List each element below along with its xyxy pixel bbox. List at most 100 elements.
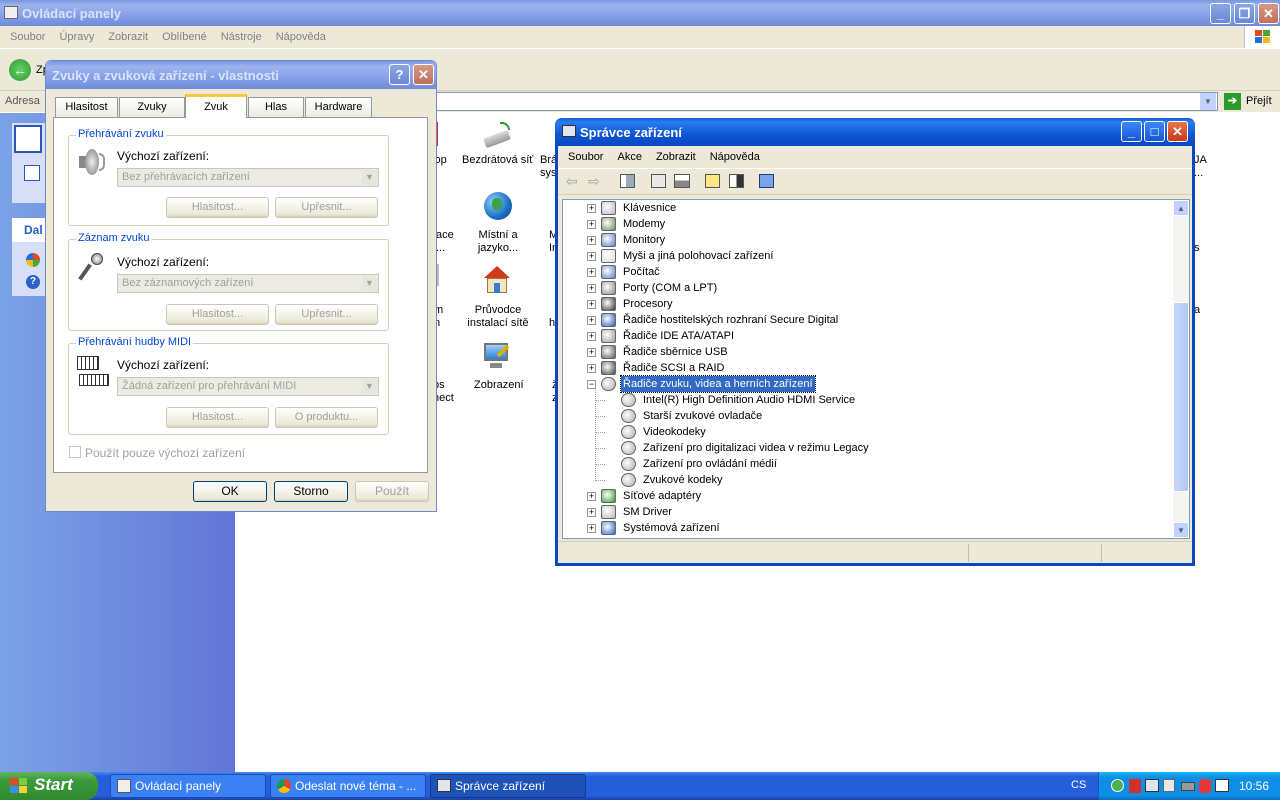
print-icon[interactable] — [674, 174, 690, 188]
control-panel-titlebar[interactable]: Ovládací panely _ ❐ ✕ — [0, 0, 1280, 26]
scroll-down-button[interactable]: ▼ — [1173, 522, 1189, 538]
expand-icon[interactable]: + — [587, 252, 596, 261]
go-arrow-icon[interactable]: ➔ — [1224, 93, 1241, 110]
safely-remove-icon[interactable] — [1181, 782, 1195, 791]
device-tree-label[interactable]: Systémová zařízení — [621, 520, 722, 536]
dm-menu-akce[interactable]: Akce — [610, 146, 648, 168]
switch-view-small-icon[interactable] — [24, 165, 40, 181]
device-tree-label[interactable]: Starší zvukové ovladače — [641, 408, 764, 424]
recording-volume-button[interactable]: Hlasitost... — [166, 304, 269, 325]
go-button[interactable]: Přejít — [1246, 95, 1272, 107]
device-tree-label[interactable]: Řadiče zvuku, videa a herních zařízení — [620, 375, 816, 393]
cp-label-regional[interactable]: Místní a jazyko... — [468, 229, 528, 255]
network-icon[interactable] — [1145, 779, 1159, 792]
help-icon[interactable]: ? — [26, 275, 40, 289]
device-tree-label[interactable]: Intel(R) High Definition Audio HDMI Serv… — [641, 392, 857, 408]
device-tree-category[interactable]: + Procesory — [563, 296, 1163, 312]
device-tree-label[interactable]: Řadiče IDE ATA/ATAPI — [621, 328, 736, 344]
device-tree-child-item[interactable]: Intel(R) High Definition Audio HDMI Serv… — [563, 392, 1163, 408]
tray-app-icon[interactable] — [1199, 779, 1211, 793]
device-tree-label[interactable]: Myši a jiná polohovací zařízení — [621, 248, 775, 264]
wireless-network-icon[interactable] — [482, 122, 512, 149]
restore-button[interactable]: ❐ — [1234, 3, 1255, 24]
expand-icon[interactable]: + — [587, 524, 596, 533]
dm-close-button[interactable]: ✕ — [1167, 121, 1188, 142]
menu-nastroje[interactable]: Nástroje — [214, 26, 269, 48]
device-tree-child-item[interactable]: Zařízení pro ovládání médií — [563, 456, 1163, 472]
default-only-checkbox[interactable] — [69, 446, 81, 458]
device-tree-category[interactable]: + Řadiče IDE ATA/ATAPI — [563, 328, 1163, 344]
device-tree-child-item[interactable]: Starší zvukové ovladače — [563, 408, 1163, 424]
device-tree-child-item[interactable]: Zvukové kodeky — [563, 472, 1163, 488]
menu-napoveda[interactable]: Nápověda — [269, 26, 333, 48]
menu-soubor[interactable]: Soubor — [3, 26, 52, 48]
midi-about-button[interactable]: O produktu... — [275, 407, 378, 428]
cp-label-partial-bra[interactable]: Brá sys — [540, 154, 557, 180]
show-hide-tree-icon[interactable] — [620, 174, 635, 188]
regional-language-icon[interactable] — [484, 192, 512, 220]
help-book-icon[interactable] — [705, 174, 720, 188]
menu-zobrazit[interactable]: Zobrazit — [101, 26, 155, 48]
apply-button[interactable]: Použít — [355, 481, 429, 502]
tab-hlasitost[interactable]: Hlasitost — [55, 97, 118, 117]
device-tree-category[interactable]: + Řadiče hostitelských rozhraní Secure Di… — [563, 312, 1163, 328]
expand-icon[interactable]: + — [587, 236, 596, 245]
device-tree-label[interactable]: Klávesnice — [621, 200, 678, 216]
device-tree-label[interactable]: Řadiče SCSI a RAID — [621, 360, 726, 376]
midi-device-select[interactable]: Žádná zařízení pro přehrávání MIDI ▼ — [117, 377, 379, 396]
back-button[interactable]: ← — [9, 59, 31, 81]
help-button[interactable]: ? — [389, 64, 410, 85]
minimize-button[interactable]: _ — [1210, 3, 1231, 24]
device-tree-category[interactable]: + Řadiče SCSI a RAID — [563, 360, 1163, 376]
dm-menu-soubor[interactable]: Soubor — [561, 146, 610, 168]
expand-icon[interactable]: + — [587, 284, 596, 293]
cp-label-partial-right1[interactable]: JA... — [1194, 154, 1207, 180]
device-tree-label[interactable]: Modemy — [621, 216, 667, 232]
recording-advanced-button[interactable]: Upřesnit... — [275, 304, 378, 325]
expand-icon[interactable]: + — [587, 316, 596, 325]
tab-hlas[interactable]: Hlas — [248, 97, 304, 117]
volume-icon[interactable] — [1163, 779, 1175, 792]
windows-update-icon[interactable] — [26, 253, 40, 267]
sound-dialog-titlebar[interactable]: Zvuky a zvuková zařízení - vlastnosti ? … — [46, 61, 436, 89]
device-tree-category[interactable]: + Porty (COM a LPT) — [563, 280, 1163, 296]
device-tree-category[interactable]: + Řadiče sběrnice USB — [563, 344, 1163, 360]
device-tree-label[interactable]: Zařízení pro digitalizaci videa v režimu… — [641, 440, 871, 456]
mail-icon[interactable] — [1215, 779, 1229, 792]
device-tree-label[interactable]: Řadiče sběrnice USB — [621, 344, 730, 360]
midi-volume-button[interactable]: Hlasitost... — [166, 407, 269, 428]
expand-icon[interactable]: + — [587, 220, 596, 229]
device-tree-label[interactable]: Monitory — [621, 232, 667, 248]
ok-button[interactable]: OK — [193, 481, 267, 502]
language-indicator[interactable]: CS — [1071, 779, 1086, 791]
view-icon[interactable] — [729, 174, 744, 188]
tab-zvuky[interactable]: Zvuky — [119, 97, 185, 117]
address-dropdown-icon[interactable]: ▼ — [1200, 93, 1216, 110]
device-tree-category[interactable]: + Klávesnice — [563, 200, 1163, 216]
device-tree-scrollbar[interactable]: ▲ ▼ — [1173, 199, 1190, 539]
cp-label-network-wizard[interactable]: Průvodce instalací sítě — [463, 304, 533, 330]
dm-maximize-button[interactable]: □ — [1144, 121, 1165, 142]
playback-device-select[interactable]: Bez přehrávacích zařízení ▼ — [117, 168, 379, 187]
device-tree-label[interactable]: Síťové adaptéry — [621, 488, 703, 504]
forward-arrow-icon[interactable]: ⇨ — [588, 173, 600, 190]
task-button-control-panel[interactable]: Ovládací panely — [110, 774, 266, 798]
device-tree-category[interactable]: + Síťové adaptéry — [563, 488, 1163, 504]
device-tree-label[interactable]: Videokodeky — [641, 424, 708, 440]
network-setup-wizard-icon[interactable] — [482, 266, 512, 294]
security-shield-icon[interactable] — [1111, 779, 1124, 792]
switch-view-icon[interactable] — [14, 125, 42, 153]
back-arrow-icon[interactable]: ⇦ — [566, 173, 578, 190]
device-manager-titlebar[interactable]: Správce zařízení _ □ ✕ — [555, 118, 1195, 146]
scan-hardware-icon[interactable] — [759, 174, 774, 188]
task-button-device-manager[interactable]: Správce zařízení — [430, 774, 586, 798]
device-tree-child-item[interactable]: Videokodeky — [563, 424, 1163, 440]
address-input[interactable] — [430, 92, 1218, 111]
device-tree-category[interactable]: − Řadiče zvuku, videa a herních zařízení — [563, 375, 1163, 393]
device-tree-category[interactable]: + Monitory — [563, 232, 1163, 248]
device-tree-label[interactable]: Porty (COM a LPT) — [621, 280, 719, 296]
expand-icon[interactable]: + — [587, 204, 596, 213]
task-button-chrome[interactable]: Odeslat nové téma - ... — [270, 774, 426, 798]
cp-label-display[interactable]: Zobrazení — [474, 379, 524, 392]
start-button[interactable]: Start — [0, 772, 98, 800]
